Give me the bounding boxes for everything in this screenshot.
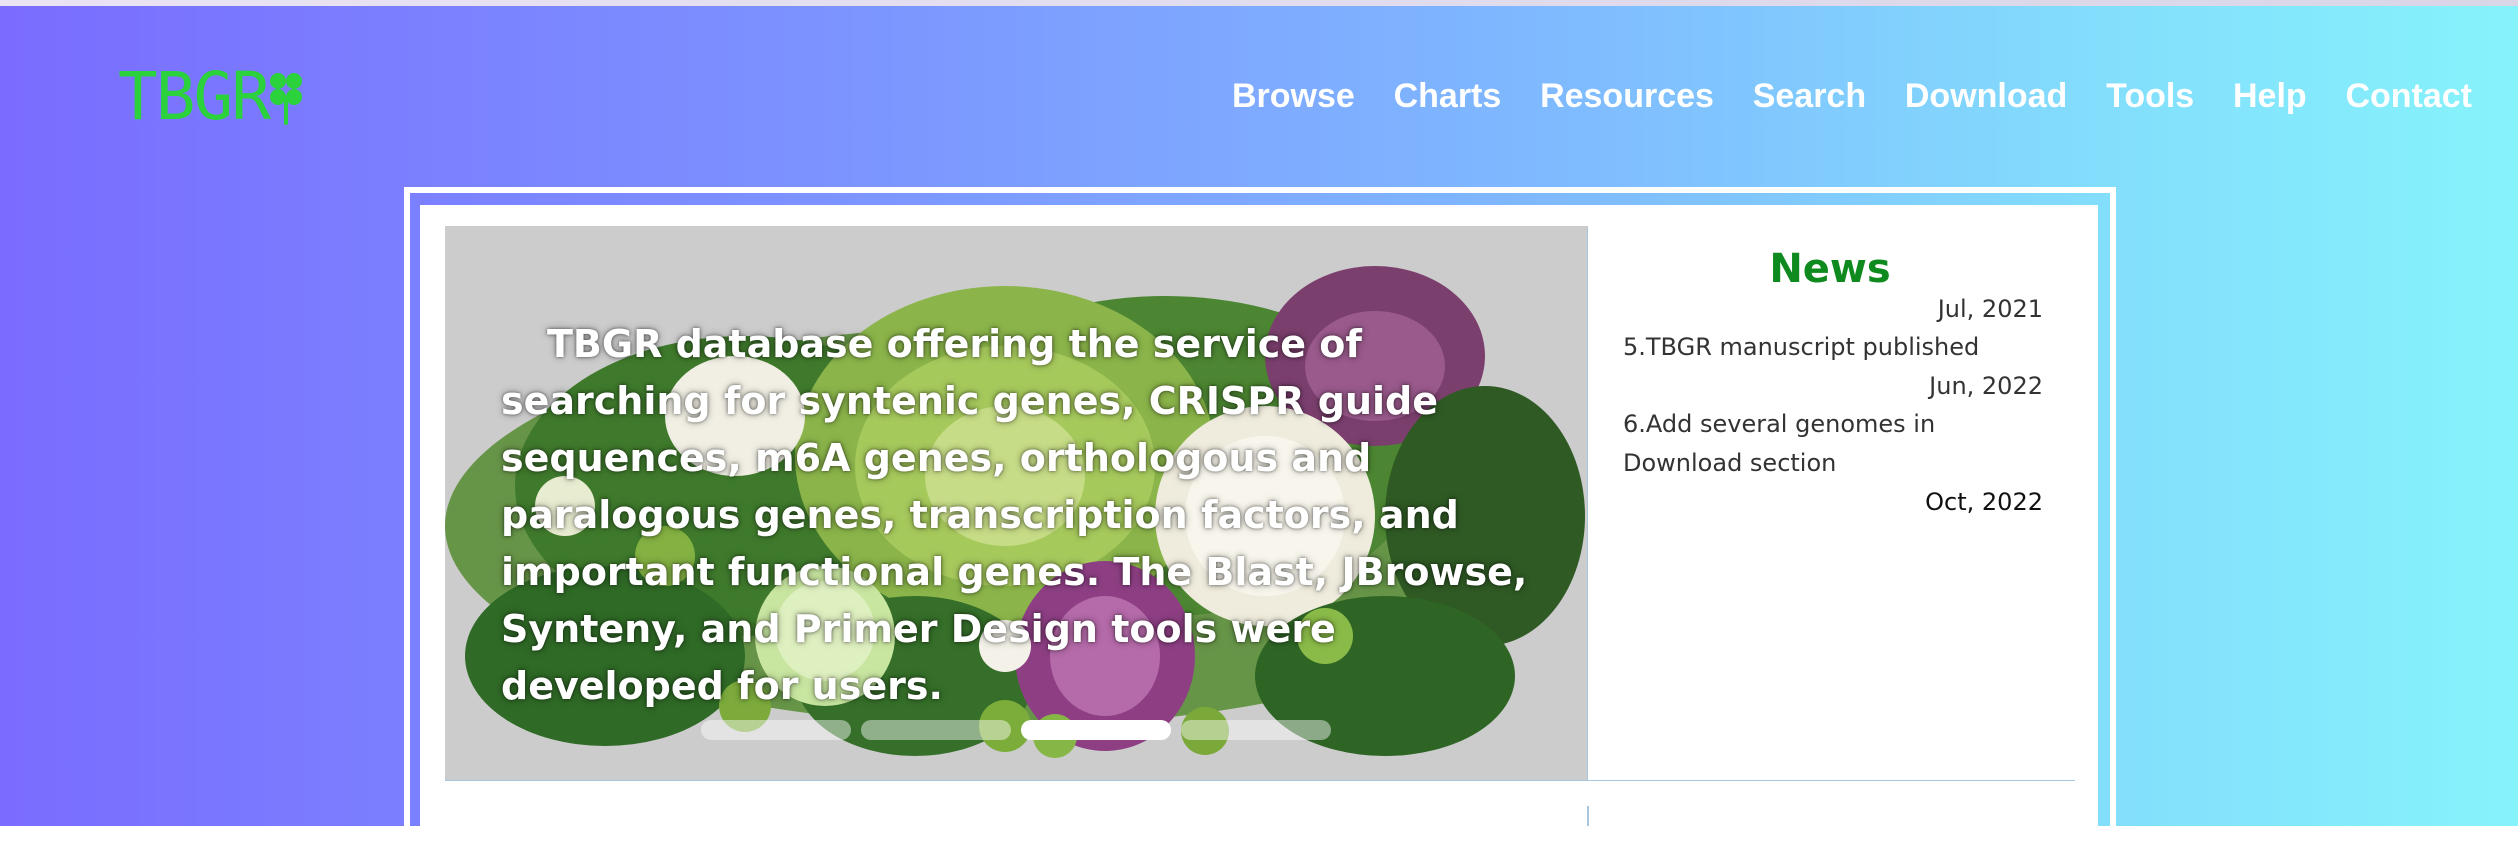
nav-download[interactable]: Download <box>1905 77 2067 116</box>
news-panel: News Jul, 2021 5.TBGR manuscript publish… <box>1587 226 2073 780</box>
nav-tools[interactable]: Tools <box>2106 77 2194 116</box>
page-background: TBGR Browse Charts Resources Search Down… <box>0 0 2518 847</box>
logo-text: TBGR <box>118 58 271 135</box>
news-date: Oct, 2022 <box>1925 488 2043 516</box>
nav-contact[interactable]: Contact <box>2345 77 2472 116</box>
nav-resources[interactable]: Resources <box>1540 77 1714 116</box>
intro-text: TBGR database offering the service of se… <box>501 322 1528 708</box>
browser-top-edge <box>0 0 2518 6</box>
nav-help[interactable]: Help <box>2233 77 2307 116</box>
column-divider <box>1587 806 1589 826</box>
site-logo[interactable]: TBGR <box>118 62 309 132</box>
clover-icon <box>269 73 302 125</box>
nav-browse[interactable]: Browse <box>1232 77 1355 116</box>
news-title: News <box>1769 246 1891 292</box>
news-item[interactable]: 5.TBGR manuscript published <box>1623 328 2043 367</box>
main-nav: Browse Charts Resources Search Download … <box>1232 70 2472 122</box>
intro-carousel[interactable]: TBGR database offering the service of se… <box>445 226 1588 780</box>
carousel-indicator-3[interactable] <box>1021 720 1171 740</box>
nav-charts[interactable]: Charts <box>1394 77 1502 116</box>
section-divider <box>445 780 2075 781</box>
news-date: Jul, 2021 <box>1937 295 2043 323</box>
nav-search[interactable]: Search <box>1753 77 1866 116</box>
carousel-indicator-1[interactable] <box>701 720 851 740</box>
carousel-indicator-4[interactable] <box>1181 720 1331 740</box>
carousel-indicators <box>701 720 1331 740</box>
news-item[interactable]: 6.Add several genomes in Download sectio… <box>1623 405 2043 483</box>
news-list[interactable]: Jul, 2021 5.TBGR manuscript published Ju… <box>1623 290 2043 770</box>
news-date: Jun, 2022 <box>1929 372 2043 400</box>
carousel-indicator-2[interactable] <box>861 720 1011 740</box>
